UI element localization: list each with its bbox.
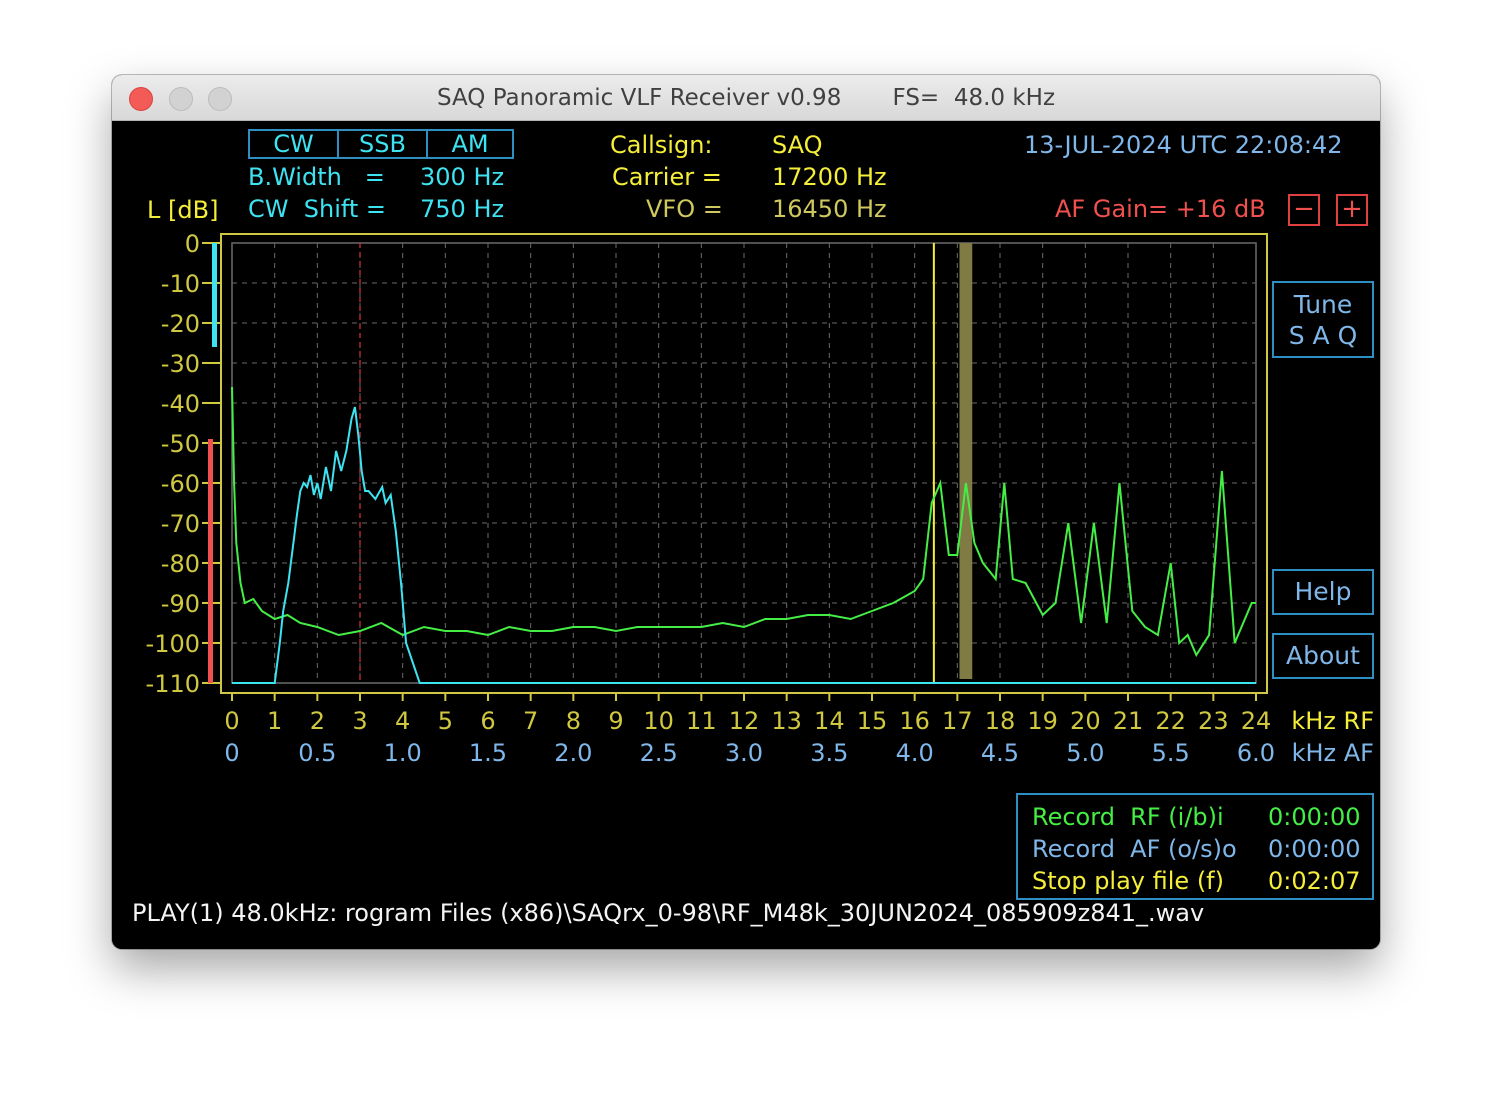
help-button[interactable]: Help — [1272, 569, 1374, 615]
rf-x-tick-label: 5 — [438, 707, 453, 735]
y-tick-label: -110 — [146, 670, 200, 698]
af-x-tick-label: 0 — [224, 739, 239, 767]
rf-x-tick-label: 16 — [899, 707, 930, 735]
y-tick-label: -60 — [161, 470, 200, 498]
af-axis-unit: kHz AF — [1292, 739, 1374, 767]
af-x-tick-label: 2.0 — [554, 739, 592, 767]
rf-x-tick-label: 23 — [1198, 707, 1229, 735]
af-x-tick-label: 6.0 — [1237, 739, 1275, 767]
tune-saq-button[interactable]: Tune S A Q — [1272, 281, 1374, 358]
af-x-tick-label: 3.5 — [810, 739, 848, 767]
rf-x-tick-label: 14 — [814, 707, 845, 735]
record-af-button[interactable]: Record AF (o/s)o — [1032, 835, 1237, 863]
stop-play-file-button[interactable]: Stop play file (f) — [1032, 867, 1224, 895]
af-x-tick-label: 5.5 — [1152, 739, 1190, 767]
app-window: SAQ Panoramic VLF Receiver v0.98 FS= 48.… — [112, 75, 1380, 949]
rf-x-tick-label: 2 — [310, 707, 325, 735]
stop-play-file-time: 0:02:07 — [1268, 867, 1361, 895]
rf-x-tick-label: 4 — [395, 707, 410, 735]
y-tick-label: -90 — [161, 590, 200, 618]
af-x-tick-label: 4.0 — [896, 739, 934, 767]
rf-x-tick-label: 18 — [985, 707, 1016, 735]
rf-x-tick-label: 22 — [1155, 707, 1186, 735]
rf-x-tick-label: 11 — [686, 707, 717, 735]
tune-saq-line2: S A Q — [1288, 321, 1358, 350]
y-tick-label: -20 — [161, 310, 200, 338]
y-tick-label: -10 — [161, 270, 200, 298]
rf-axis-unit: kHz RF — [1291, 707, 1374, 735]
y-tick-label: -70 — [161, 510, 200, 538]
rf-x-tick-label: 19 — [1027, 707, 1058, 735]
y-tick-label: -50 — [161, 430, 200, 458]
af-x-tick-label: 4.5 — [981, 739, 1019, 767]
rf-x-tick-label: 12 — [729, 707, 760, 735]
carrier-bandwidth-marker — [959, 243, 973, 679]
y-tick-label: -80 — [161, 550, 200, 578]
record-rf-button[interactable]: Record RF (i/b)i — [1032, 803, 1224, 831]
y-tick-label: -100 — [146, 630, 200, 658]
af-x-tick-label: 3.0 — [725, 739, 763, 767]
af-x-tick-label: 2.5 — [640, 739, 678, 767]
af-x-tick-label: 5.0 — [1066, 739, 1104, 767]
play-status-line: PLAY(1) 48.0kHz: rogram Files (x86)\SAQr… — [132, 899, 1205, 927]
af-x-tick-label: 1.5 — [469, 739, 507, 767]
af-x-tick-label: 0.5 — [298, 739, 336, 767]
y-tick-label: 0 — [185, 230, 200, 258]
rf-x-tick-label: 3 — [352, 707, 367, 735]
rf-x-tick-label: 10 — [643, 707, 674, 735]
y-tick-label: -30 — [161, 350, 200, 378]
rf-x-tick-label: 1 — [267, 707, 282, 735]
rf-x-tick-label: 13 — [771, 707, 802, 735]
rf-x-tick-label: 6 — [480, 707, 495, 735]
receiver-panel: CW SSB AM B.Width = 300 Hz CW Shift = 75… — [112, 121, 1380, 949]
tune-saq-line1: Tune — [1293, 290, 1353, 319]
af-level-meter-bar — [212, 243, 217, 347]
title-bar[interactable]: SAQ Panoramic VLF Receiver v0.98 FS= 48.… — [112, 75, 1380, 121]
rf-x-tick-label: 17 — [942, 707, 973, 735]
record-rf-time: 0:00:00 — [1268, 803, 1361, 831]
af-x-tick-label: 1.0 — [384, 739, 422, 767]
rf-x-tick-label: 7 — [523, 707, 538, 735]
rf-x-tick-label: 20 — [1070, 707, 1101, 735]
about-button[interactable]: About — [1272, 633, 1374, 679]
rf-x-tick-label: 8 — [566, 707, 581, 735]
rf-x-tick-label: 15 — [857, 707, 888, 735]
record-af-time: 0:00:00 — [1268, 835, 1361, 863]
window-title: SAQ Panoramic VLF Receiver v0.98 FS= 48.… — [436, 85, 1056, 111]
rf-x-tick-label: 9 — [608, 707, 623, 735]
rf-level-meter-bar — [208, 439, 213, 683]
y-tick-label: -40 — [161, 390, 200, 418]
rf-x-tick-label: 24 — [1241, 707, 1272, 735]
rf-x-tick-label: 21 — [1113, 707, 1144, 735]
rf-x-tick-label: 0 — [224, 707, 239, 735]
